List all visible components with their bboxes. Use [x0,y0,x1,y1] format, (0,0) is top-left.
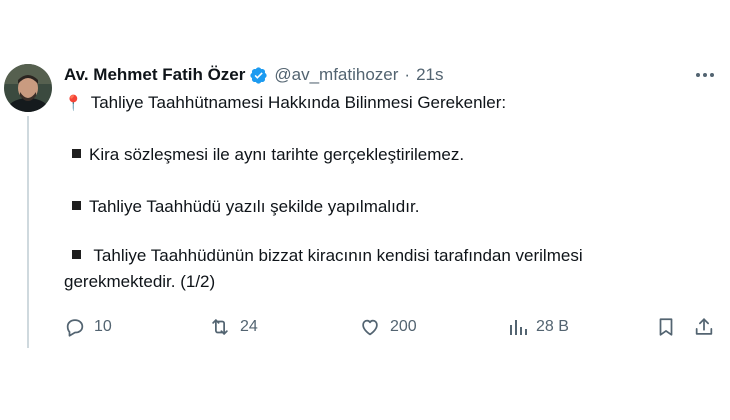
header-separator: · [404,65,411,84]
bullet-text: Tahliye Taahhüdünün bizzat kiracının ken… [89,246,583,265]
tweet-text-continuation: gerekmektedir. (1/2) [64,272,216,291]
tweet-text-title: 📍 Tahliye Taahhütnamesi Hakkında Bilinmes… [64,92,506,115]
author-name[interactable]: Av. Mehmet Fatih Özer [64,65,245,85]
bullet-text: Tahliye Taahhüdü yazılı şekilde yapılmal… [89,197,420,216]
tweet-actions-bar: 10 24 200 28 B [0,312,730,342]
reply-button[interactable]: 10 [64,312,112,342]
bookmark-button[interactable] [655,312,677,342]
bullet-text: Kira sözleşmesi ile aynı tarihte gerçekl… [89,145,465,164]
tweet-bullet-1: Kira sözleşmesi ile aynı tarihte gerçekl… [72,144,464,166]
title-text: Tahliye Taahhütnamesi Hakkında Bilinmesi… [90,93,507,112]
more-icon[interactable] [692,64,718,86]
view-count: 28 B [536,318,569,335]
like-count: 200 [390,318,417,335]
tweet-header: Av. Mehmet Fatih Özer @av_mfatihozer · 2… [64,62,444,88]
tweet-bullet-3: Tahliye Taahhüdünün bizzat kiracının ken… [72,245,583,267]
reply-icon [66,319,84,337]
verified-badge-icon[interactable] [249,66,268,85]
heart-icon [362,319,378,336]
tweet-bullet-2: Tahliye Taahhüdü yazılı şekilde yapılmal… [72,196,419,218]
author-handle[interactable]: @av_mfatihozer [274,65,398,85]
avatar[interactable] [4,64,52,112]
views-chart-icon [510,320,527,335]
tweet-timestamp[interactable]: 21s [416,65,443,85]
views-button[interactable]: 28 B [508,312,569,342]
repost-icon [212,319,228,335]
bullet-square-icon [72,201,81,210]
pin-emoji: 📍 [64,95,83,112]
bookmark-icon [659,318,673,336]
repost-button[interactable]: 24 [208,312,258,342]
tweet-card[interactable]: Av. Mehmet Fatih Özer @av_mfatihozer · 2… [0,0,730,420]
repost-count: 24 [240,318,258,335]
bullet-square-icon [72,250,81,259]
reply-count: 10 [94,318,112,335]
like-button[interactable]: 200 [358,312,417,342]
share-icon [695,318,713,335]
share-button[interactable] [693,312,715,342]
bullet-square-icon [72,149,81,158]
